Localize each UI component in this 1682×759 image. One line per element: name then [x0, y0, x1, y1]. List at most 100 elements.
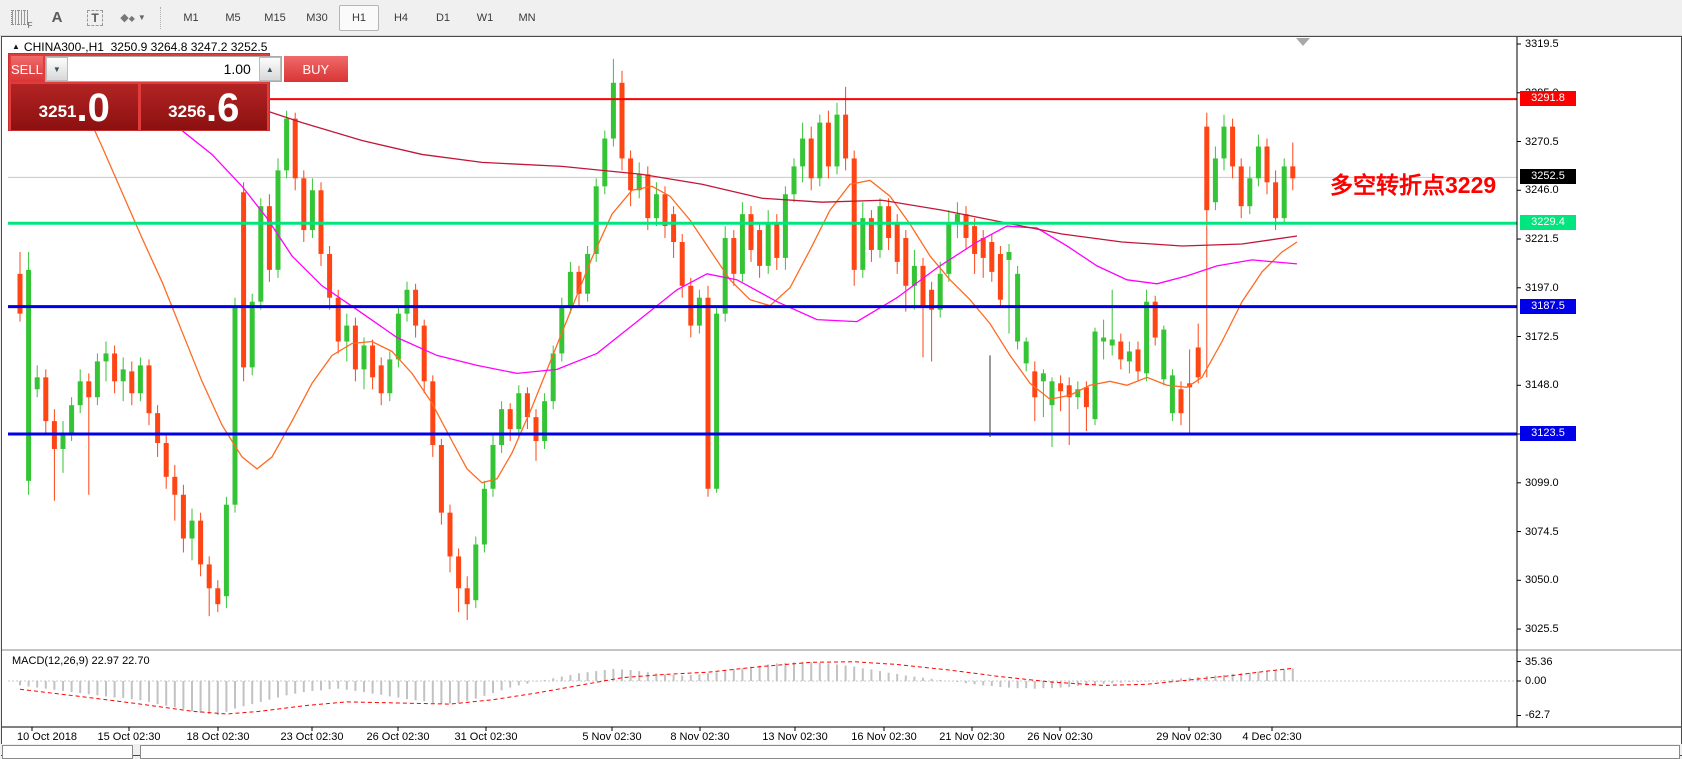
date-tick-label: 26 Nov 02:30	[1027, 731, 1092, 743]
candle-body	[1256, 146, 1261, 178]
candle-body	[1007, 252, 1012, 260]
shapes-tool-icon[interactable]: ◆◆▼	[118, 5, 148, 31]
candle-body	[895, 222, 900, 262]
candle-body	[852, 158, 857, 269]
candle-body	[233, 306, 238, 505]
candle-body	[1110, 340, 1115, 346]
candle-body	[981, 238, 986, 258]
candle-body	[1290, 166, 1295, 178]
date-tick-label: 23 Oct 02:30	[281, 731, 344, 743]
candle-body	[809, 139, 814, 179]
candle-body	[1204, 127, 1209, 211]
chart-canvas[interactable]	[2, 37, 1681, 755]
candle-body	[86, 381, 91, 397]
candle-body	[989, 242, 994, 272]
volume-input[interactable]	[68, 57, 259, 81]
buy-button[interactable]: BUY	[284, 56, 348, 82]
candle-body	[1230, 127, 1235, 167]
buy-price-fraction: .6	[206, 89, 239, 127]
candle-body	[224, 505, 229, 597]
candle-body	[293, 119, 298, 179]
date-tick-label: 21 Nov 02:30	[939, 731, 1004, 743]
candle-body	[508, 409, 513, 429]
candle-body	[774, 222, 779, 258]
date-tick-label: 31 Oct 02:30	[455, 731, 518, 743]
chart-window: ▲CHINA300-,H1 3250.9 3264.8 3247.2 3252.…	[1, 36, 1682, 756]
arrow-tool-icon[interactable]: A	[42, 5, 72, 31]
date-tick-label: 5 Nov 02:30	[582, 731, 641, 743]
candle-body	[1058, 383, 1063, 391]
candle-body	[362, 345, 367, 369]
candle-body	[843, 115, 848, 159]
volume-stepper: ▼ ▲	[45, 56, 282, 82]
date-tick-label: 26 Oct 02:30	[367, 731, 430, 743]
text-tool-icon[interactable]: T	[80, 5, 110, 31]
timeframe-button-m1[interactable]: M1	[171, 5, 211, 31]
timeframe-button-m15[interactable]: M15	[255, 5, 295, 31]
timeframe-button-w1[interactable]: W1	[465, 5, 505, 31]
candle-body	[422, 326, 427, 382]
chart-title: ▲CHINA300-,H1 3250.9 3264.8 3247.2 3252.…	[12, 40, 267, 54]
date-tick-label: 10 Oct 2018	[17, 731, 77, 743]
sell-button[interactable]: SELL	[11, 56, 43, 82]
candle-body	[921, 266, 926, 306]
candle-body	[1239, 166, 1244, 206]
candle-body	[387, 359, 392, 393]
price-tick-label: 3270.5	[1525, 136, 1559, 148]
candle-body	[35, 377, 40, 389]
price-tick-label: 3221.5	[1525, 233, 1559, 245]
candle-body	[955, 214, 960, 222]
collapse-arrow-icon[interactable]: ▲	[12, 42, 20, 51]
timeframe-group: M1M5M15M30H1H4D1W1MN	[170, 5, 548, 31]
indicator-grid-icon[interactable]	[4, 5, 34, 31]
candle-body	[835, 115, 840, 167]
candle-body	[370, 345, 375, 377]
timeframe-button-h4[interactable]: H4	[381, 5, 421, 31]
candle-body	[1024, 342, 1029, 364]
ma-slow-crimson	[122, 67, 1297, 246]
date-tick-label: 29 Nov 02:30	[1156, 731, 1221, 743]
candle-body	[353, 326, 358, 370]
timeframe-button-m30[interactable]: M30	[297, 5, 337, 31]
timeframe-button-m5[interactable]: M5	[213, 5, 253, 31]
candle-body	[1222, 127, 1227, 159]
candle-body	[878, 206, 883, 250]
timeframe-button-mn[interactable]: MN	[507, 5, 547, 31]
candle-body	[817, 123, 822, 179]
candle-body	[164, 443, 169, 477]
candle-body	[198, 521, 203, 565]
toolbar-separator	[160, 7, 162, 29]
price-tick-label: 3050.0	[1525, 574, 1559, 586]
candle-body	[1161, 330, 1166, 380]
candle-body	[654, 194, 659, 218]
sell-price-fraction: .0	[76, 89, 109, 127]
candle-body	[568, 272, 573, 306]
candle-body	[499, 409, 504, 445]
date-tick-label: 13 Nov 02:30	[762, 731, 827, 743]
sell-price-display[interactable]: 3251.0	[11, 84, 138, 130]
price-tag-3229.4: 3229.4	[1520, 215, 1576, 230]
buy-price-display[interactable]: 3256.6	[141, 84, 268, 130]
volume-decrease-button[interactable]: ▼	[46, 57, 68, 81]
candle-body	[749, 214, 754, 250]
candle-body	[964, 214, 969, 238]
candle-body	[792, 166, 797, 194]
timeframe-button-d1[interactable]: D1	[423, 5, 463, 31]
candle-body	[757, 230, 762, 266]
symbol-label: CHINA300-,H1	[24, 40, 104, 54]
tab-box-main[interactable]	[140, 745, 1680, 759]
tab-box-left[interactable]	[2, 745, 133, 759]
price-tick-label: 3197.0	[1525, 282, 1559, 294]
timeframe-button-h1[interactable]: H1	[339, 5, 379, 31]
candle-body	[602, 139, 607, 187]
candle-body	[181, 495, 186, 539]
volume-increase-button[interactable]: ▲	[259, 57, 281, 81]
candle-body	[26, 270, 31, 481]
candle-body	[903, 238, 908, 286]
candle-body	[267, 206, 272, 270]
chart-shift-marker[interactable]	[1296, 38, 1310, 46]
macd-values: 22.97 22.70	[91, 655, 149, 667]
price-tick-label: 3148.0	[1525, 379, 1559, 391]
chevron-down-icon: ▼	[138, 13, 146, 22]
text-annotation[interactable]: 多空转折点3229	[1330, 166, 1496, 200]
